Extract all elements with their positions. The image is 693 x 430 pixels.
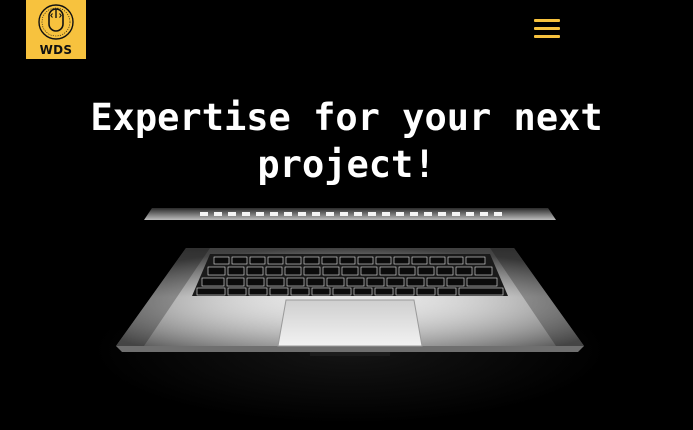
laptop-photo [116,208,584,356]
logo[interactable]: WDS [26,0,86,59]
menu-bar-middle [534,27,560,30]
logo-text: WDS [39,43,73,57]
hero-title: Expertise for your next project! [90,96,603,186]
menu-bar-top [534,19,560,22]
menu-bar-bottom [534,35,560,38]
hamburger-menu-icon[interactable] [534,19,560,41]
site-header: WDS [0,0,693,62]
page: WDS Expertise for your next project! [0,0,693,430]
